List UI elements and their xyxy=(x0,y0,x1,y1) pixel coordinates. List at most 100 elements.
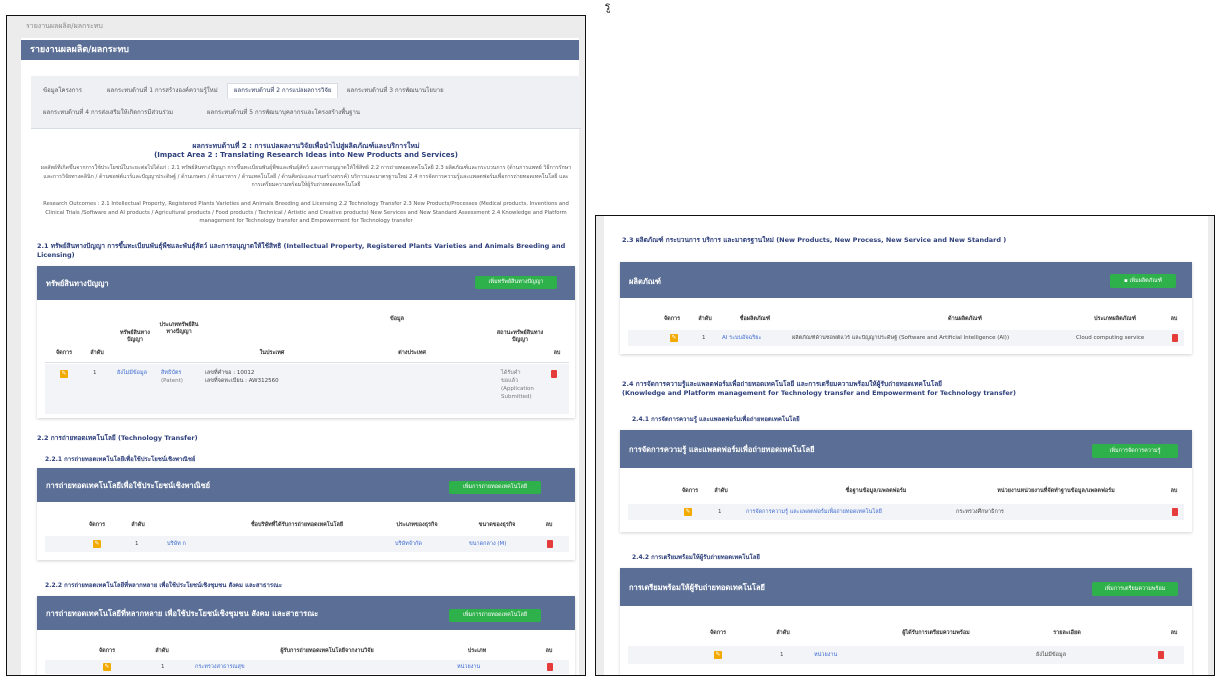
product-col-name: ชื่อผลิตภัณฑ์ xyxy=(739,316,771,322)
add-tech-transfer-button[interactable]: เพิ่มการถ่ายทอดเทคโนโลยี xyxy=(449,481,541,494)
prep-row-detail: ยังไม่มีข้อมูล xyxy=(1036,652,1066,658)
tech-transfer-card-title: การถ่ายทอดเทคโนโลยีเพื่อใช้ประโยชน์เชิงพ… xyxy=(46,481,211,490)
add-product-button[interactable]: ▪ เพิ่มผลิตภัณฑ์ xyxy=(1110,274,1176,288)
edit-icon[interactable]: ✎ xyxy=(670,334,678,342)
edit-icon[interactable]: ✎ xyxy=(103,663,111,671)
tt-col-type: ประเภทของธุรกิจ xyxy=(396,522,438,528)
prep-table: จัดการ ลำดับ ผู้ได้รับการเตรียมความพร้อม… xyxy=(620,618,1192,674)
delete-icon[interactable] xyxy=(551,370,557,378)
product-card: ผลิตภัณฑ์ ▪ เพิ่มผลิตภัณฑ์ จัดการ ลำดับ … xyxy=(620,262,1192,354)
product-row-name[interactable]: AI ระบบอัจฉริยะ xyxy=(722,335,761,342)
km-col-org: หน่วยงานหน่วยงานที่จัดทำฐานข้อมูล/แพลตฟอ… xyxy=(997,488,1115,494)
product-row-type: Cloud computing service xyxy=(1076,335,1145,341)
km-card-title: การจัดการความรู้ และแพลตฟอร์มเพื่อถ่ายทอ… xyxy=(629,445,815,454)
product-col-field: ด้านผลิตภัณฑ์ xyxy=(948,316,982,322)
ps-col-receiver: ผู้รับการถ่ายทอดเทคโนโลยีจากงานวิจัย xyxy=(280,648,374,654)
section-2-4-2-title: 2.4.2 การเตรียมพร้อมให้ผู้รับถ่ายทอดเทคโ… xyxy=(632,554,760,561)
prep-card: การเตรียมพร้อมให้ผู้รับถ่ายทอดเทคโนโลยี … xyxy=(620,568,1192,675)
ip-card-header: ทรัพย์สินทางปัญญา เพิ่มทรัพย์สินทางปัญญา xyxy=(37,266,575,300)
impact-title-en: (Impact Area 2 : Translating Research Id… xyxy=(154,151,458,159)
ip-row-domestic-2: เลขที่จดทะเบียน : AW312560 xyxy=(205,378,279,384)
ip-col-domestic: ในประเทศ xyxy=(259,350,285,356)
add-ip-button[interactable]: เพิ่มทรัพย์สินทางปัญญา xyxy=(475,276,557,289)
tt-col-no: ลำดับ xyxy=(131,522,145,528)
tab-impact-5[interactable]: ผลกระทบด้านที่ 5 การพัฒนาบุคลากรและโครงส… xyxy=(201,106,366,120)
prep-row xyxy=(628,646,1184,664)
ps-col-delete: ลบ xyxy=(545,648,553,654)
km-col-delete: ลบ xyxy=(1170,488,1178,494)
delete-icon[interactable] xyxy=(547,663,553,671)
ps-col-no: ลำดับ xyxy=(155,648,169,654)
section-2-1-title: 2.1 ทรัพย์สินทางปัญญา การขึ้นทะเบียนพันธ… xyxy=(37,242,566,259)
section-2-2-2-title: 2.2.2 การถ่ายทอดเทคโนโลยีที่หลากหลาย เพื… xyxy=(45,582,282,589)
section-2-2-title: 2.2 การถ่ายทอดเทคโนโลยี (Technology Tran… xyxy=(37,434,198,442)
add-prep-button[interactable]: เพิ่มการเตรียมความพร้อม xyxy=(1092,582,1178,596)
km-col-name: ชื่อฐานข้อมูล/แพลตฟอร์ม xyxy=(845,488,907,494)
km-col-manage: จัดการ xyxy=(681,488,699,494)
ip-card: ทรัพย์สินทางปัญญา เพิ่มทรัพย์สินทางปัญญา… xyxy=(37,266,575,418)
prep-row-no: 1 xyxy=(780,652,784,658)
product-col-delete: ลบ xyxy=(1170,316,1178,322)
tab-bar: ข้อมูลโครงการ ผลกระทบด้านที่ 1 การสร้างอ… xyxy=(31,76,581,129)
add-social-transfer-button[interactable]: เพิ่มการถ่ายทอดเทคโนโลยี xyxy=(449,609,541,622)
add-km-button[interactable]: เพิ่มการจัดการความรู้ xyxy=(1092,444,1178,458)
product-col-manage: จัดการ xyxy=(663,316,681,322)
social-transfer-card: การถ่ายทอดเทคโนโลยีที่หลากหลาย เพื่อใช้ป… xyxy=(37,596,575,675)
ps-col-type: ประเภท xyxy=(467,648,487,654)
section-2-4-title-th: 2.4 การจัดการความรู้และแพลตฟอร์มเพื่อถ่า… xyxy=(622,380,942,388)
social-transfer-card-header: การถ่ายทอดเทคโนโลยีที่หลากหลาย เพื่อใช้ป… xyxy=(37,596,575,630)
tab-impact-4[interactable]: ผลกระทบด้านที่ 4 การส่งเสริมให้เกิดการมี… xyxy=(37,106,179,120)
tab-impact-2[interactable]: ผลกระทบด้านที่ 2 การแปลผลการวิจัย xyxy=(227,83,339,98)
delete-icon[interactable] xyxy=(1172,508,1178,516)
delete-icon[interactable] xyxy=(547,540,553,548)
tt-col-delete: ลบ xyxy=(545,522,553,528)
delete-icon[interactable] xyxy=(1172,334,1178,342)
edit-icon[interactable]: ✎ xyxy=(684,508,692,516)
ip-col-status: สถานะทรัพย์สินทางปัญญา xyxy=(496,330,544,343)
delete-icon[interactable] xyxy=(1158,651,1164,659)
product-card-header: ผลิตภัณฑ์ ▪ เพิ่มผลิตภัณฑ์ xyxy=(620,262,1192,298)
ip-row-status-1: ได้รับคำ xyxy=(501,370,521,376)
social-transfer-card-title: การถ่ายทอดเทคโนโลยีที่หลากหลาย เพื่อใช้ป… xyxy=(46,609,319,618)
edit-icon[interactable]: ✎ xyxy=(60,370,68,378)
ip-row-type-th: สิทธิบัตร xyxy=(161,370,182,376)
social-transfer-table: จัดการ ลำดับ ผู้รับการถ่ายทอดเทคโนโลยีจา… xyxy=(37,636,575,675)
impact-description-en: Research Outcomes : 2.1 Intellectual Pro… xyxy=(43,201,569,224)
km-row-name[interactable]: การจัดการความรู้ และแพลตฟอร์มเพื่อถ่ายทอ… xyxy=(746,509,882,516)
prep-row-receiver[interactable]: หน่วยงาน xyxy=(814,652,837,659)
ip-col-ip-type: ประเภททรัพย์สินทางปัญญา xyxy=(159,322,199,335)
ip-row-domestic-1: เลขที่คำขอ : 10012 xyxy=(205,370,255,376)
tt-col-company: ชื่อบริษัทที่ได้รับการถ่ายทอดเทคโนโลยี xyxy=(250,522,344,528)
km-table: จัดการ ลำดับ ชื่อฐานข้อมูล/แพลตฟอร์ม หน่… xyxy=(620,478,1192,528)
figure-caption: รู xyxy=(604,0,611,13)
prep-col-delete: ลบ xyxy=(1170,630,1178,636)
edit-icon[interactable]: ✎ xyxy=(93,540,101,548)
prep-col-detail: รายละเอียด xyxy=(1053,630,1081,636)
ip-table-group-header: ข้อมูล xyxy=(389,316,405,322)
tech-transfer-table: จัดการ ลำดับ ชื่อบริษัทที่ได้รับการถ่ายท… xyxy=(37,508,575,558)
social-transfer-row xyxy=(45,660,569,674)
ip-col-foreign: ต่างประเทศ xyxy=(398,350,426,356)
tt-row-type: บริษัทจำกัด xyxy=(395,541,422,547)
prep-card-header: การเตรียมพร้อมให้ผู้รับถ่ายทอดเทคโนโลยี … xyxy=(620,568,1192,606)
ip-table: ข้อมูล จัดการ ลำดับ ทรัพย์สินทางปัญญา ปร… xyxy=(37,310,575,416)
ps-row-receiver[interactable]: กระทรวงสาธารณสุข xyxy=(195,664,245,671)
tab-impact-3[interactable]: ผลกระทบด้านที่ 3 การพัฒนานโยบาย xyxy=(341,84,450,98)
ip-row-ip[interactable]: ยังไม่มีข้อมูล xyxy=(117,370,155,377)
ip-row-status-2: ขอแล้ว xyxy=(501,378,519,384)
tab-impact-1[interactable]: ผลกระทบด้านที่ 1 การสร้างองค์ความรู้ใหม่ xyxy=(101,84,224,98)
tt-col-manage: จัดการ xyxy=(88,522,106,528)
km-row xyxy=(628,504,1184,520)
product-col-no: ลำดับ xyxy=(698,316,712,322)
ip-row-no: 1 xyxy=(93,370,97,376)
section-2-2-1-title: 2.2.1 การถ่ายทอดเทคโนโลยีเพื่อใช้ประโยชน… xyxy=(45,456,196,463)
edit-icon[interactable]: ✎ xyxy=(714,651,722,659)
tt-row-company[interactable]: บริษัท ก xyxy=(167,541,186,548)
ip-col-ip: ทรัพย์สินทางปัญญา xyxy=(120,330,150,343)
tab-project-info[interactable]: ข้อมูลโครงการ xyxy=(37,84,88,98)
breadcrumb[interactable]: รายงานผลผลิต/ผลกระทบ xyxy=(26,21,103,32)
section-2-4-1-title: 2.4.1 การจัดการความรู้ และแพลตฟอร์มเพื่อ… xyxy=(632,416,800,423)
ps-col-manage: จัดการ xyxy=(98,648,116,654)
prep-col-manage: จัดการ xyxy=(709,630,727,636)
ip-row-type-en: (Patent) xyxy=(161,378,183,384)
